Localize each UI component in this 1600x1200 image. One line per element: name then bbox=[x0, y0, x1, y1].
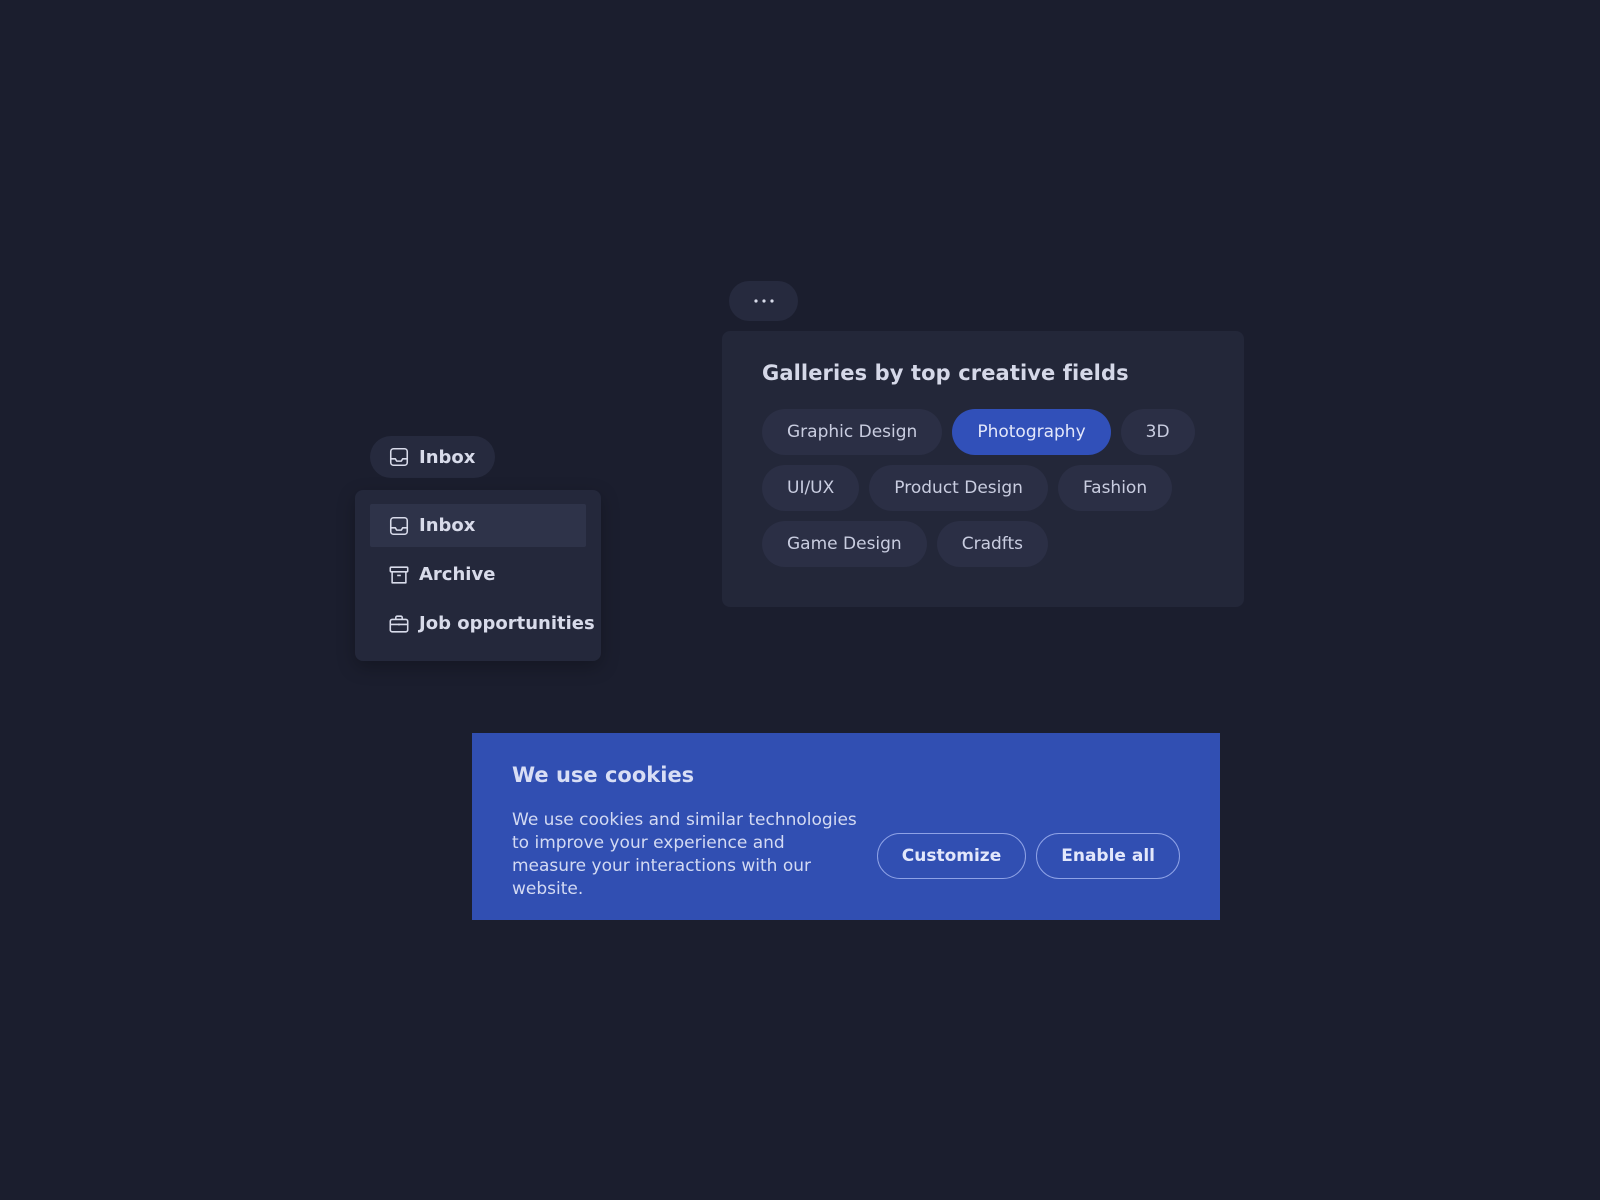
chip-crafts[interactable]: Cradfts bbox=[936, 521, 1048, 567]
menu-item-label: Job opportunities bbox=[419, 613, 595, 634]
enable-all-button[interactable]: Enable all bbox=[1036, 833, 1180, 879]
customize-button[interactable]: Customize bbox=[876, 833, 1027, 879]
cookie-actions: Customize Enable all bbox=[876, 833, 1180, 879]
cookie-description: We use cookies and similar technologies … bbox=[512, 810, 857, 899]
menu-item-label: Archive bbox=[419, 564, 496, 585]
creative-field-chips: Graphic Design Photography 3D UI/UX Prod… bbox=[762, 409, 1212, 567]
cookie-banner: We use cookies We use cookies and simila… bbox=[472, 733, 1220, 920]
chip-3d[interactable]: 3D bbox=[1120, 409, 1195, 455]
inbox-dropdown-trigger[interactable]: Inbox bbox=[370, 436, 496, 478]
inbox-dropdown-menu: Inbox Archive Job opportunities bbox=[355, 490, 601, 661]
menu-item-job-opportunities[interactable]: Job opportunities bbox=[370, 602, 595, 645]
inbox-icon bbox=[388, 446, 410, 468]
chip-product-design[interactable]: Product Design bbox=[869, 465, 1048, 511]
cookie-title: We use cookies bbox=[512, 763, 695, 787]
chip-game-design[interactable]: Game Design bbox=[762, 521, 927, 567]
chip-ui-ux[interactable]: UI/UX bbox=[762, 465, 860, 511]
inbox-icon bbox=[388, 515, 410, 537]
chip-fashion[interactable]: Fashion bbox=[1057, 465, 1173, 511]
archive-icon bbox=[388, 564, 410, 586]
galleries-title: Galleries by top creative fields bbox=[762, 361, 1129, 385]
menu-item-label: Inbox bbox=[419, 515, 476, 536]
more-options-button[interactable] bbox=[729, 281, 798, 321]
galleries-card: Galleries by top creative fields Graphic… bbox=[722, 331, 1244, 607]
chip-graphic-design[interactable]: Graphic Design bbox=[762, 409, 943, 455]
menu-item-archive[interactable]: Archive bbox=[370, 553, 586, 596]
menu-item-inbox[interactable]: Inbox bbox=[370, 504, 586, 547]
chip-photography[interactable]: Photography bbox=[952, 409, 1111, 455]
more-horizontal-icon bbox=[753, 298, 775, 304]
inbox-trigger-label: Inbox bbox=[419, 446, 476, 468]
briefcase-icon bbox=[388, 613, 410, 635]
